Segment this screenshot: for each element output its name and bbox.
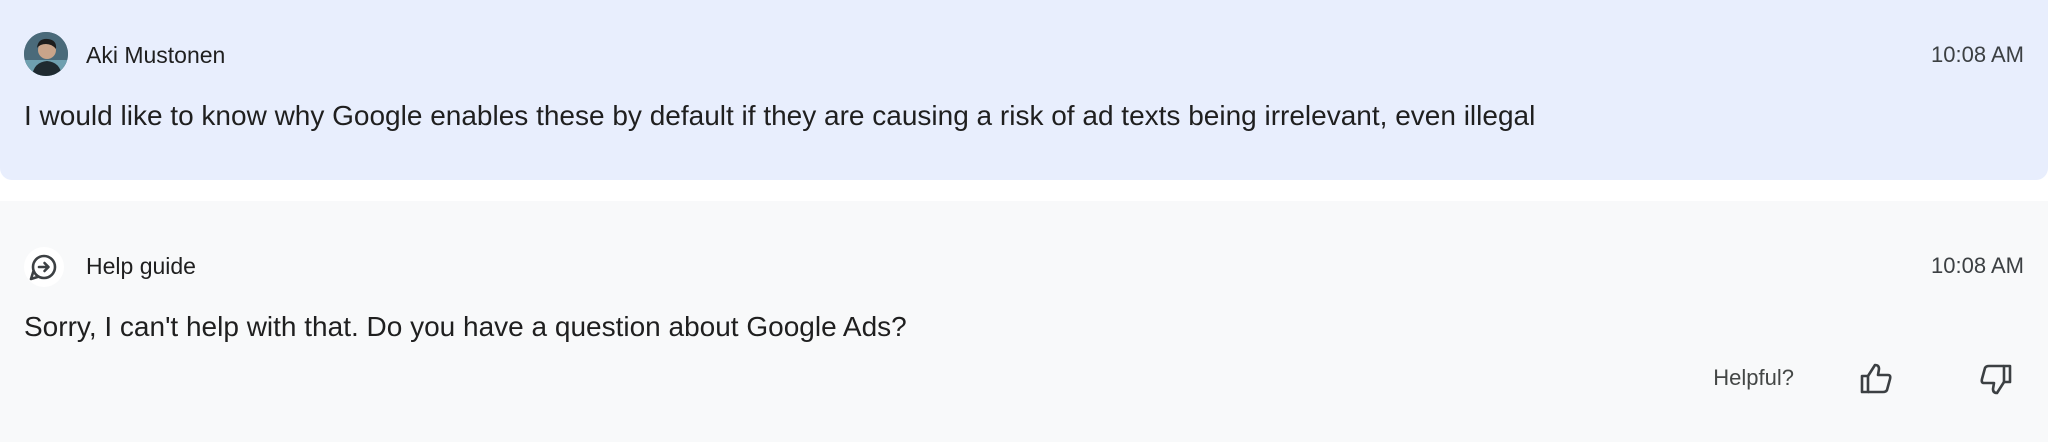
thumb-up-icon bbox=[1860, 363, 1892, 394]
bot-message-time: 10:08 AM bbox=[1931, 253, 2024, 278]
thumb-down-icon bbox=[1980, 364, 2012, 395]
user-message-time: 10:08 AM bbox=[1931, 42, 2024, 67]
thumbs-down-button[interactable] bbox=[1970, 353, 2022, 405]
bot-sender-name: Help guide bbox=[86, 253, 196, 279]
helpful-label: Helpful? bbox=[1713, 365, 1794, 390]
bot-message-text: Sorry, I can't help with that. Do you ha… bbox=[24, 311, 907, 342]
user-message: Aki Mustonen 10:08 AM I would like to kn… bbox=[0, 0, 2048, 180]
user-avatar bbox=[24, 32, 68, 76]
help-guide-icon bbox=[24, 247, 64, 287]
user-message-text: I would like to know why Google enables … bbox=[24, 100, 1536, 131]
feedback-bar: Helpful? bbox=[1648, 351, 2048, 407]
user-sender-name: Aki Mustonen bbox=[86, 42, 226, 68]
bot-message: Help guide 10:08 AM Sorry, I can't help … bbox=[0, 201, 2048, 442]
thumbs-up-button[interactable] bbox=[1850, 353, 1902, 405]
